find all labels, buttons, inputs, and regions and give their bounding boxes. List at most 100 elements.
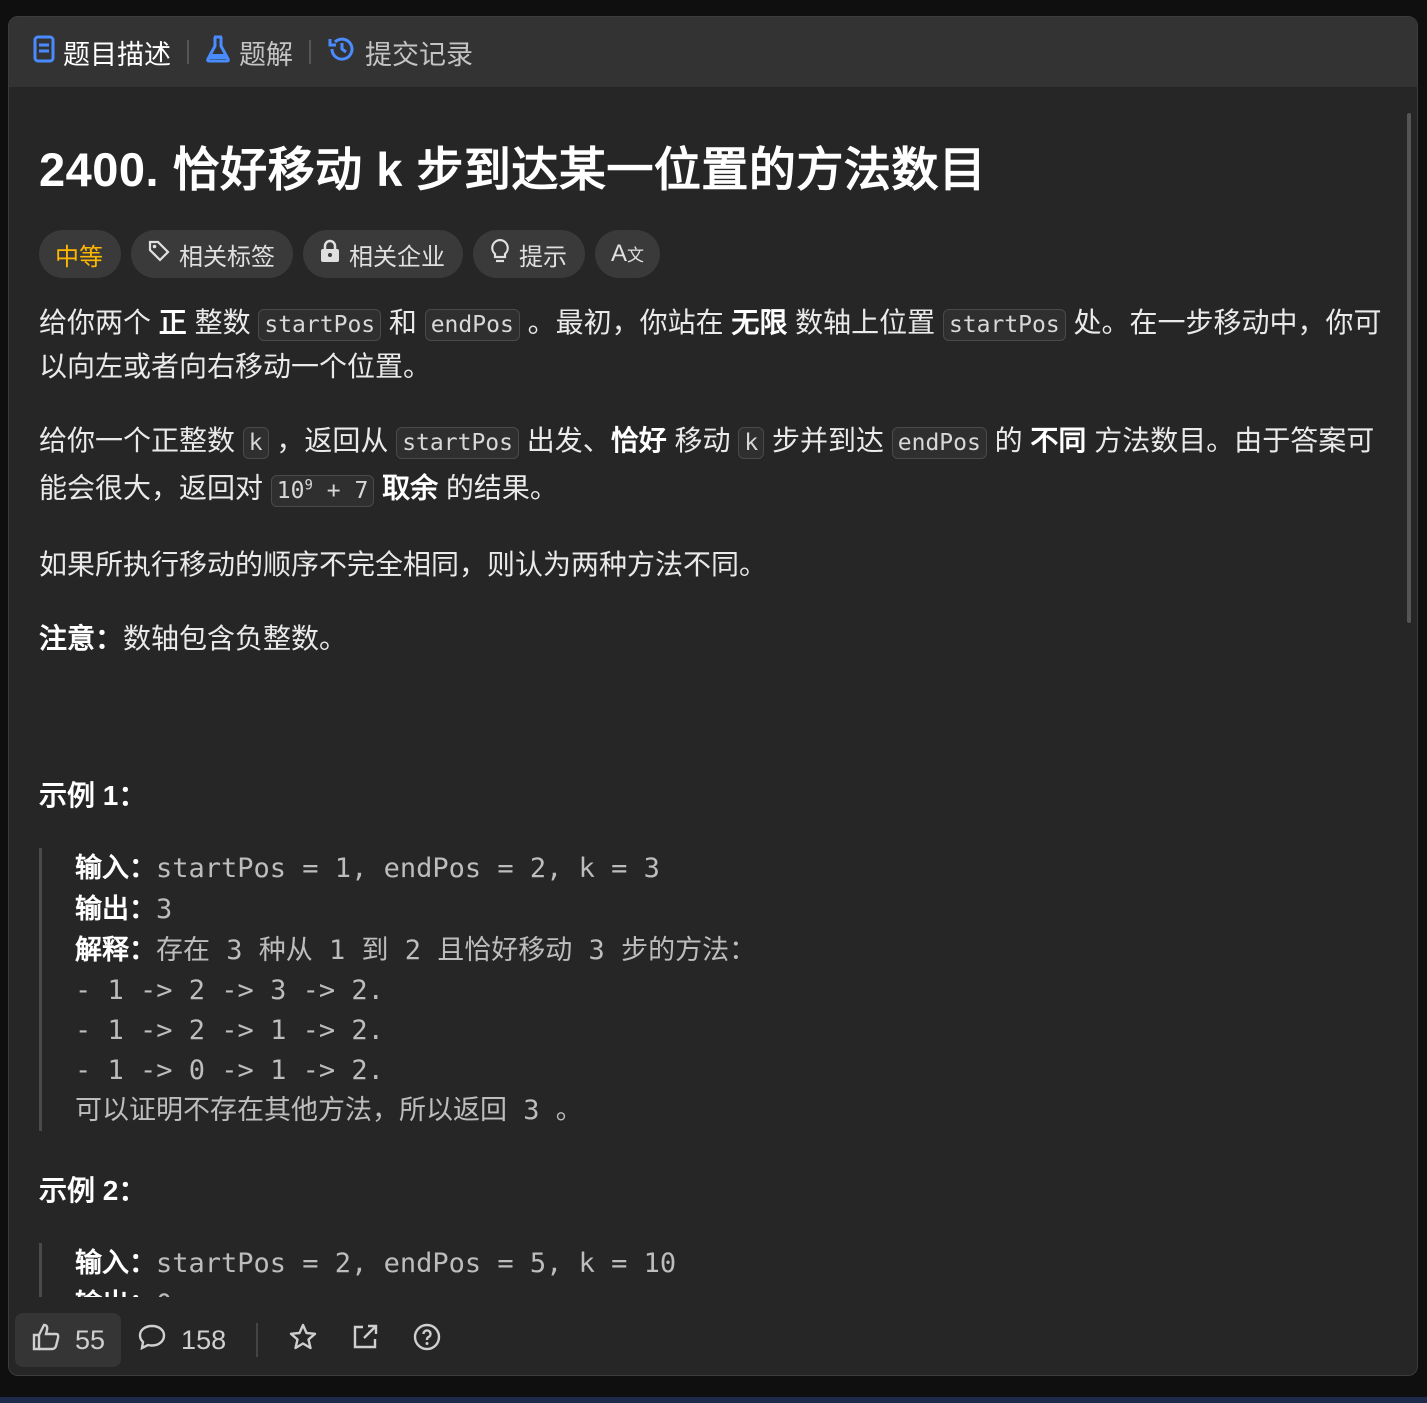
input-value: startPos = 2, endPos = 5, k = 10 [156,1247,677,1279]
bold-text: 正 [158,307,187,338]
example-block: 输入：startPos = 1, endPos = 2, k = 3 输出：3 … [39,847,1387,1131]
thumbs-up-icon [31,1322,61,1359]
example-output-line: 输出：3 [75,889,1387,930]
modulus-exponent: 9 [304,477,313,493]
input-value: startPos = 1, endPos = 2, k = 3 [156,852,660,884]
hint-button[interactable]: 提示 [473,230,585,278]
tab-submissions[interactable]: 提交记录 [327,33,473,72]
help-button[interactable] [396,1313,458,1367]
question-circle-icon [412,1322,442,1359]
text: 给你两个 [39,307,159,338]
example-1: 示例 1： 输入：startPos = 1, endPos = 2, k = 3… [39,774,1387,1131]
favorite-button[interactable] [272,1313,334,1367]
explain-path-line: - 1 -> 2 -> 3 -> 2. [75,974,384,1006]
text: 的结果。 [438,472,558,504]
input-label: 输入： [75,852,156,883]
output-label: 输出： [75,893,156,924]
bold-text: 取余 [382,472,439,504]
action-bar: 55 158 [9,1305,1417,1375]
difficulty-badge: 中等 [39,230,121,278]
tag-icon [147,239,171,270]
translate-letter: A [611,240,628,267]
example-input-line: 输入：startPos = 2, endPos = 5, k = 10 [75,1243,1387,1284]
external-link-icon [350,1322,380,1359]
translate-icon: A文 [611,240,645,267]
tab-label: 提交记录 [365,39,473,70]
example-input-line: 输入：startPos = 1, endPos = 2, k = 3 [75,848,1387,889]
explain-label: 解释： [75,934,156,965]
problem-panel: 题目描述 题解 提交记录 2400. 恰好移动 k 步到达某一位置的方法数目 中… [8,16,1418,1376]
text: 移动 [666,425,739,456]
description-paragraph-3: 如果所执行移动的顺序不完全相同，则认为两种方法不同。 [39,548,768,580]
share-button[interactable] [334,1313,396,1367]
example-explain-line: 解释：存在 3 种从 1 到 2 且恰好移动 3 步的方法： [75,930,1387,971]
description-paragraph-1: 给你两个 正 整数 startPos 和 endPos 。最初，你站在 无限 数… [39,302,1387,388]
tab-solutions[interactable]: 题解 [205,33,293,72]
explain-text: 存在 3 种从 1 到 2 且恰好移动 3 步的方法： [156,934,757,966]
related-tags-button[interactable]: 相关标签 [131,230,293,278]
tab-description[interactable]: 题目描述 [33,33,171,72]
example-2: 示例 2： 输入：startPos = 2, endPos = 5, k = 1… [39,1169,1387,1305]
star-icon [288,1322,318,1359]
tab-label: 题解 [239,39,293,70]
explain-conclusion: 可以证明不存在其他方法，所以返回 3 。 [75,1094,583,1126]
inline-code: k [738,427,765,459]
hint-label: 提示 [519,243,567,271]
flask-icon [205,35,231,70]
problem-content: 2400. 恰好移动 k 步到达某一位置的方法数目 中等 相关标签 相关企业 提… [39,87,1387,1305]
inline-code: k [242,427,269,459]
bold-text: 不同 [1030,425,1087,456]
bold-text: 无限 [731,307,788,338]
comment-icon [137,1322,167,1359]
text [374,473,382,504]
inline-code: endPos [891,427,987,459]
example-title: 示例 2： [39,1174,147,1206]
text: 和 [381,307,425,338]
tab-divider [187,40,189,64]
window-bottom-edge [0,1397,1427,1403]
inline-code: endPos [424,309,520,341]
translate-button[interactable]: A文 [595,230,661,278]
note-text: 数轴包含负整数。 [123,622,348,654]
text: 的 [986,425,1031,456]
tab-label: 题目描述 [63,39,171,70]
tag-row: 中等 相关标签 相关企业 提示 A文 [39,230,1387,278]
note-label: 注意： [39,622,124,654]
tab-bar: 题目描述 题解 提交记录 [9,17,1417,87]
document-icon [33,35,55,70]
text: 出发、 [518,425,611,456]
modulus-rest: + 7 [312,477,369,504]
difficulty-label: 中等 [55,243,103,271]
content-fade [9,1297,1417,1305]
note-paragraph: 注意：数轴包含负整数。 [39,618,1387,660]
inline-code: startPos [942,309,1066,341]
lightbulb-icon [489,238,511,271]
text: 数轴上位置 [787,307,943,338]
inline-code-modulus: 109 + 7 [270,474,375,507]
inline-code: startPos [258,309,382,341]
related-tags-label: 相关标签 [179,243,275,271]
text: 步并到达 [764,425,892,456]
text: ，返回从 [268,425,397,456]
tab-divider [309,40,311,64]
description-paragraph-2: 给你一个正整数 k ，返回从 startPos 出发、恰好 移动 k 步并到达 … [39,420,1387,512]
inline-code: startPos [396,427,519,459]
related-companies-label: 相关企业 [349,243,445,271]
explain-path-line: - 1 -> 0 -> 1 -> 2. [75,1054,384,1086]
text: 整数 [186,307,259,338]
like-count: 55 [75,1324,106,1355]
like-button[interactable]: 55 [15,1313,122,1367]
related-companies-button[interactable]: 相关企业 [303,230,463,278]
problem-title: 2400. 恰好移动 k 步到达某一位置的方法数目 [39,143,987,196]
explain-path-line: - 1 -> 2 -> 1 -> 2. [75,1014,384,1046]
vertical-scrollbar[interactable] [1407,113,1411,623]
action-divider [256,1323,259,1357]
modulus-base: 10 [276,477,305,504]
input-label: 输入： [75,1247,156,1278]
example-block: 输入：startPos = 2, endPos = 5, k = 10 输出：0 [39,1242,1387,1305]
text: 。最初，你站在 [519,307,732,338]
comments-button[interactable]: 158 [121,1313,242,1367]
comment-count: 158 [181,1324,227,1355]
text: 给你一个正整数 [39,425,243,456]
example-title: 示例 1： [39,779,147,811]
